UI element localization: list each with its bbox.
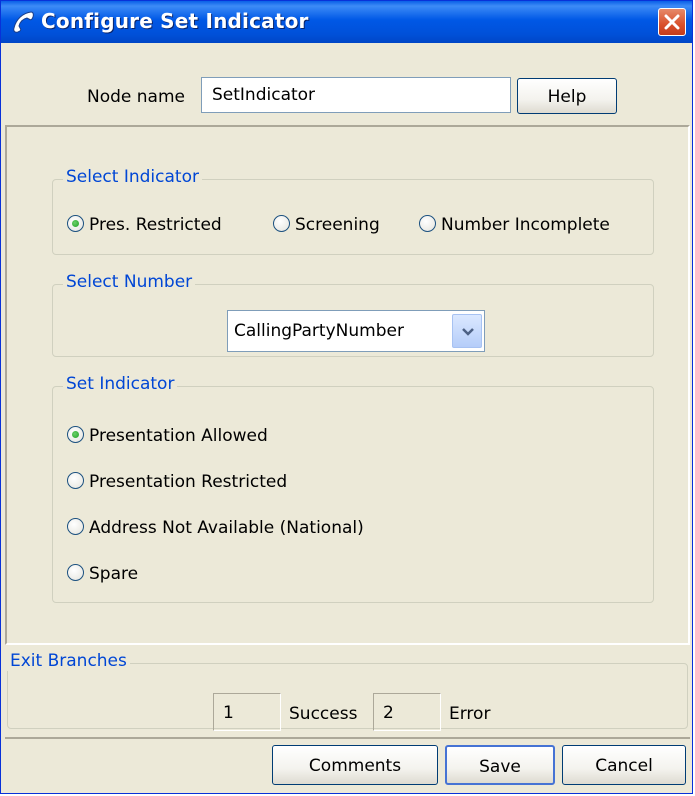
help-button[interactable]: Help	[517, 78, 617, 114]
save-button[interactable]: Save	[445, 745, 555, 785]
radio-button[interactable]	[419, 215, 436, 232]
configure-set-indicator-dialog: Configure Set Indicator Node name Help S…	[0, 0, 693, 794]
radio-option-screening[interactable]: Screening	[273, 215, 380, 235]
radio-button-checked[interactable]	[67, 215, 84, 232]
radio-option-number-incomplete[interactable]: Number Incomplete	[419, 215, 610, 235]
radio-label: Screening	[295, 215, 380, 235]
radio-button[interactable]	[273, 215, 290, 232]
radio-label: Address Not Available (National)	[89, 518, 364, 538]
radio-label: Presentation Restricted	[89, 472, 288, 492]
set-indicator-group: Set Indicator	[52, 374, 654, 603]
radio-label: Spare	[89, 564, 139, 584]
radio-button[interactable]	[67, 564, 84, 581]
radio-option-address-not-available[interactable]: Address Not Available (National)	[67, 518, 364, 538]
node-name-label: Node name	[87, 87, 185, 107]
exit-branches-legend: Exit Branches	[7, 651, 130, 671]
radio-label: Number Incomplete	[441, 215, 610, 235]
radio-button[interactable]	[67, 472, 84, 489]
divider	[5, 737, 690, 739]
number-select[interactable]: CallingPartyNumber	[227, 310, 485, 352]
comments-button[interactable]: Comments	[272, 745, 438, 785]
radio-option-spare[interactable]: Spare	[67, 564, 138, 584]
window-title: Configure Set Indicator	[41, 9, 309, 33]
close-icon[interactable]	[658, 8, 686, 36]
radio-button-checked[interactable]	[67, 426, 84, 443]
phone-handset-icon	[9, 9, 37, 35]
select-number-legend: Select Number	[63, 272, 196, 292]
radio-label: Pres. Restricted	[89, 215, 222, 235]
exit-branch-label: Success	[289, 704, 358, 724]
exit-branch-label: Error	[449, 704, 491, 724]
node-name-input[interactable]	[201, 77, 511, 113]
radio-label: Presentation Allowed	[89, 426, 268, 446]
cancel-button[interactable]: Cancel	[562, 745, 686, 785]
set-indicator-legend: Set Indicator	[63, 374, 178, 394]
select-indicator-legend: Select Indicator	[63, 167, 202, 187]
number-select-value: CallingPartyNumber	[234, 321, 404, 341]
radio-option-presentation-restricted[interactable]: Presentation Restricted	[67, 472, 287, 492]
title-bar[interactable]: Configure Set Indicator	[1, 1, 692, 43]
radio-option-presentation-allowed[interactable]: Presentation Allowed	[67, 426, 268, 446]
chevron-down-icon[interactable]	[452, 314, 482, 348]
radio-option-pres-restricted[interactable]: Pres. Restricted	[67, 215, 222, 235]
exit-branch-number-box: 1	[213, 693, 281, 731]
radio-button[interactable]	[67, 518, 84, 535]
exit-branch-number-box: 2	[373, 693, 441, 731]
